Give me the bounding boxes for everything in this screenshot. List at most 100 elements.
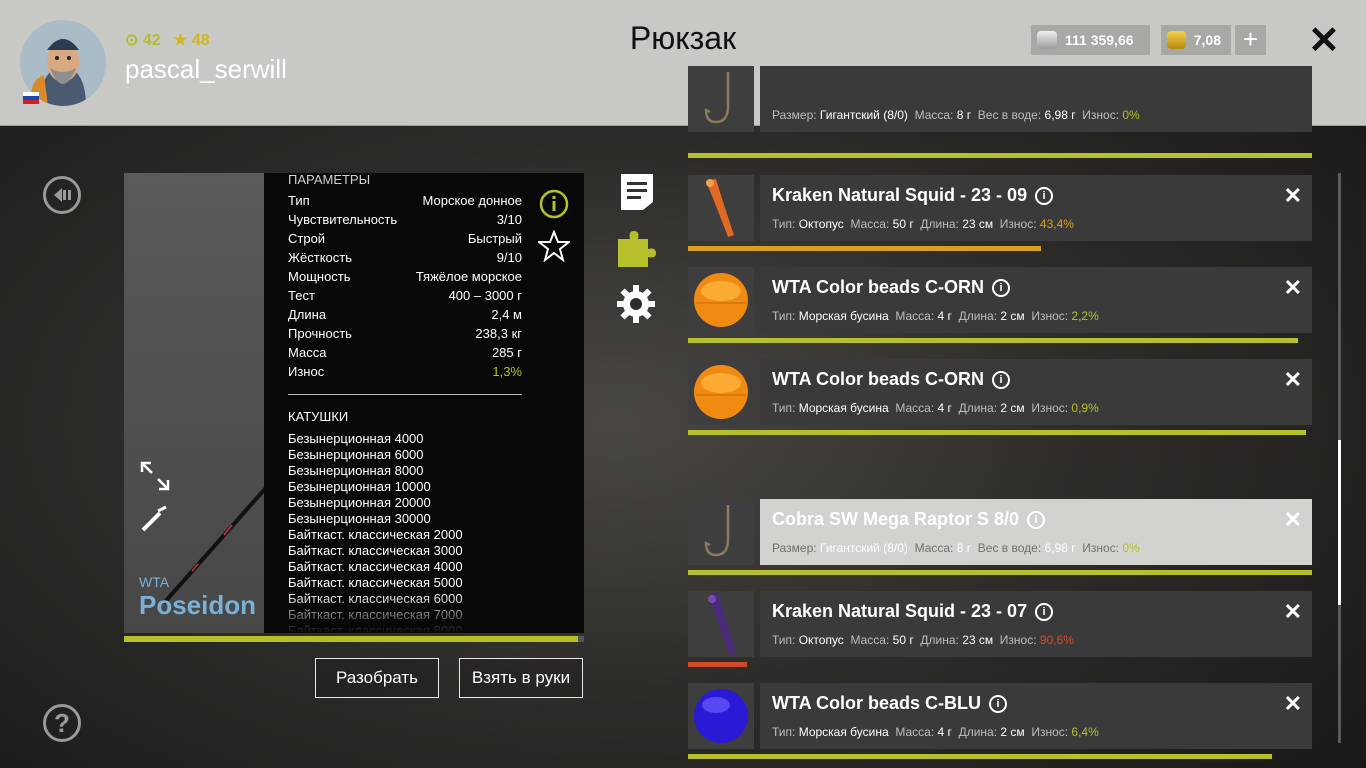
item-brand: WTA [139,574,170,590]
item-name: WTA Color beads C-ORN [772,277,984,297]
inventory-item[interactable]: Kraken Natural Squid - 23 - 09 i ✕ Тип: Окт… [688,175,1312,257]
param-value: Быстрый [467,231,522,246]
remove-item-icon[interactable]: ✕ [1284,367,1302,393]
inventory-item[interactable]: WTA Color beads C-BLU i ✕ Тип: Морская буси… [688,683,1312,765]
inventory-item[interactable]: Cobra SW Mega Raptor S 8/0 i ✕ Размер: Гига… [688,499,1312,581]
item-info-icon[interactable]: i [989,695,1007,713]
remove-item-icon[interactable]: ✕ [1284,599,1302,625]
param-row: Масса 285 г [288,345,522,360]
wear-label: Износ: [1082,108,1120,122]
item-card[interactable]: WTA Color beads C-ORN i ✕ Тип: Морская буси… [760,267,1312,333]
param-label: Износ [288,364,325,379]
size-value: Гигантский (8/0) [819,108,908,122]
scrollbar-thumb[interactable] [1338,440,1341,605]
item-wear-bar [688,662,747,667]
param-value: 3/10 [496,212,522,227]
item-stats: Тип: Морская бусина Масса: 4 г Длина: 2 … [772,309,1099,323]
favorite-star-icon[interactable] [536,229,572,267]
water-weight-label: Вес в воде: [977,541,1042,555]
item-card[interactable]: Kraken Natural Squid - 23 - 09 i ✕ Тип: Окт… [760,175,1312,241]
param-row: Тип Морское донное [288,193,522,208]
type-label: Тип: [772,309,796,323]
param-value: Тяжёлое морское [415,269,522,284]
back-button[interactable] [43,176,81,214]
param-row: Чувствительность 3/10 [288,212,522,227]
wear-value: 0% [1122,541,1140,555]
type-label: Тип: [772,401,796,415]
item-card[interactable]: Cobra SW Mega Raptor S 8/0 i ✕ Размер: Гига… [760,499,1312,565]
param-label: Жёсткость [288,250,352,265]
silver-balance: 111 359,66 [1031,25,1150,55]
item-info-icon[interactable]: i [1035,603,1054,621]
item-info-icon[interactable]: i [992,371,1010,389]
disassemble-button[interactable]: Разобрать [315,658,439,698]
gold-coins-icon [1167,31,1186,49]
item-wear-bar [688,570,1312,575]
param-row: Жёсткость 9/10 [288,250,522,265]
remove-item-icon[interactable]: ✕ [1284,691,1302,717]
item-card[interactable]: WTA Color beads C-ORN i ✕ Тип: Морская буси… [760,359,1312,425]
item-wear-bar [688,754,1273,759]
param-label: Мощность [288,269,351,284]
type-label: Тип: [772,217,796,231]
remove-item-icon[interactable]: ✕ [1284,275,1302,301]
help-button[interactable]: ? [43,704,81,742]
document-icon[interactable] [619,172,655,217]
take-in-hands-button[interactable]: Взять в руки [459,658,583,698]
wear-label: Износ: [1031,309,1069,323]
item-wear-bar [688,430,1307,435]
item-name: WTA Color beads C-BLU [772,693,981,713]
item-name-row: Cobra SW Mega Raptor S 8/0 i [772,509,1046,530]
item-info-icon[interactable]: i [992,279,1010,297]
mass-value: 8 г [956,108,972,122]
item-thumbnail [688,267,754,333]
item-card[interactable]: WTA Color beads C-BLU i ✕ Тип: Морская буси… [760,683,1312,749]
silver-coins-icon [1037,31,1057,49]
params-heading: ПАРАМЕТРЫ [288,173,371,187]
type-value: Морская бусина [798,725,889,739]
remove-item-icon[interactable]: ✕ [1284,183,1302,209]
reels-heading: КАТУШКИ [288,409,349,424]
wear-label: Износ: [1031,725,1069,739]
length-value: 23 см [962,217,994,231]
expand-icon[interactable] [140,461,170,496]
close-button[interactable]: ✕ [1308,18,1340,63]
wear-value: 6,4% [1071,725,1099,739]
settings-gear-icon[interactable] [616,284,656,329]
type-label: Тип: [772,725,796,739]
mass-value: 4 г [937,401,952,415]
item-stats: Тип: Октопус Масса: 50 г Длина: 23 см Из… [772,633,1074,647]
rod-tool-icon[interactable] [140,503,170,538]
item-card[interactable]: Размер: Гигантский (8/0) Масса: 8 г Вес … [760,66,1312,132]
reel-compat-item: Безынерционная 4000 [288,431,424,446]
rod-wear-bar [124,636,584,642]
puzzle-icon[interactable] [616,229,656,274]
remove-item-icon[interactable]: ✕ [1284,507,1302,533]
back-arrow-icon [54,188,71,202]
item-wear-bar [688,153,1312,158]
item-thumbnail [688,499,754,565]
param-value: 1,3% [492,364,522,379]
inventory-item[interactable]: Kraken Natural Squid - 23 - 07 i ✕ Тип: Окт… [688,591,1312,673]
item-info-icon[interactable]: i [1027,511,1046,529]
inventory-item[interactable]: Размер: Гигантский (8/0) Масса: 8 г Вес … [688,66,1312,176]
mass-label: Масса: [895,401,935,415]
mass-value: 50 г [892,633,914,647]
item-stats: Размер: Гигантский (8/0) Масса: 8 г Вес … [772,541,1140,555]
player-level: ⊙ 42 ★ 48 [125,32,210,49]
level-value: 42 [142,32,161,49]
reel-compat-item: Безынерционная 30000 [288,511,431,526]
type-value: Морская бусина [798,309,889,323]
item-name: Kraken Natural Squid - 23 - 09 [772,185,1028,205]
inventory-item[interactable]: WTA Color beads C-ORN i ✕ Тип: Морская буси… [688,359,1312,441]
page-title: Рюкзак [629,20,737,56]
item-info-icon[interactable]: i [1035,187,1054,205]
inventory-item[interactable]: WTA Color beads C-ORN i ✕ Тип: Морская буси… [688,267,1312,349]
wear-label: Износ: [1082,541,1120,555]
param-label: Длина [288,307,327,322]
item-stats: Размер: Гигантский (8/0) Масса: 8 г Вес … [772,108,1140,122]
add-gold-button[interactable]: + [1235,25,1266,55]
item-card[interactable]: Kraken Natural Squid - 23 - 07 i ✕ Тип: Окт… [760,591,1312,657]
info-icon[interactable] [539,189,569,224]
mass-label: Масса: [895,309,935,323]
